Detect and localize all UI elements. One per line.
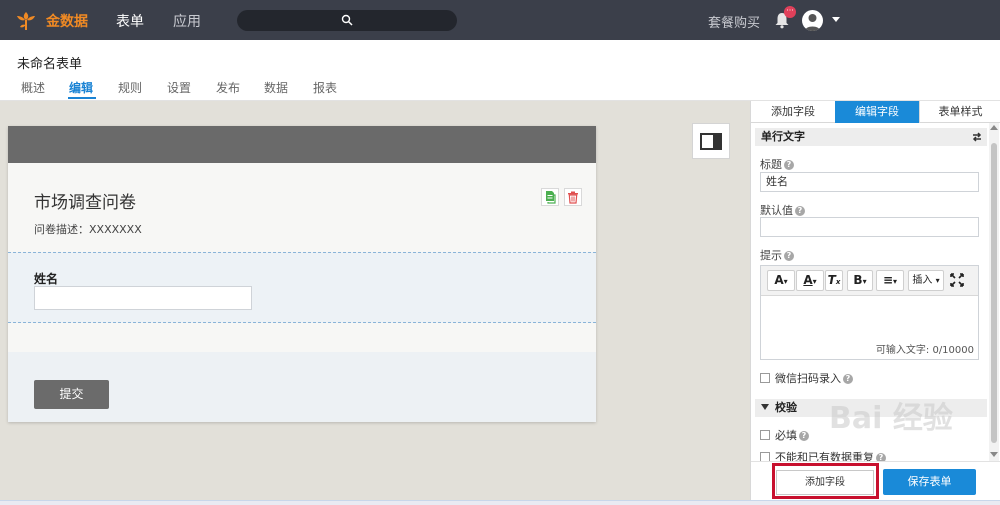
top-navigation-bar: 金数据 表单 应用 套餐购买 ···: [0, 0, 1000, 40]
trash-icon: [568, 191, 578, 204]
default-value-input[interactable]: [760, 217, 979, 237]
active-tab-indicator: [68, 97, 96, 99]
form-name[interactable]: 未命名表单: [17, 53, 82, 72]
submit-button[interactable]: 提交: [34, 380, 109, 409]
bottom-strip: [0, 500, 1000, 505]
chevron-down-icon: ▾: [893, 277, 898, 286]
tab-add-field[interactable]: 添加字段: [751, 101, 835, 123]
font-size-glyph: A: [774, 273, 784, 287]
form-banner[interactable]: [8, 126, 596, 163]
notification-badge: ···: [784, 6, 796, 18]
scroll-down-icon[interactable]: [990, 452, 998, 457]
avatar[interactable]: [802, 10, 823, 31]
tab-settings[interactable]: 设置: [167, 79, 191, 96]
clear-format-button[interactable]: Tx: [825, 270, 843, 291]
help-icon[interactable]: ?: [795, 206, 805, 216]
validation-title: 校验: [775, 401, 797, 414]
font-size-button[interactable]: A▾: [767, 270, 795, 291]
help-icon[interactable]: ?: [843, 374, 853, 384]
highlight-box: [772, 463, 879, 499]
required-checkbox[interactable]: [760, 430, 770, 440]
fullscreen-button[interactable]: [947, 270, 967, 291]
duplicate-field-button[interactable]: [541, 188, 559, 206]
wechat-scan-row[interactable]: 微信扫码录入?: [760, 370, 853, 386]
field-type-title: 单行文字: [761, 130, 805, 143]
window-icon: [700, 133, 722, 150]
hint-label-row: 提示?: [760, 247, 794, 263]
tab-data[interactable]: 数据: [264, 79, 288, 96]
tab-publish[interactable]: 发布: [216, 79, 240, 96]
name-field-input[interactable]: [34, 286, 252, 310]
chevron-down-icon: ▾: [862, 277, 867, 286]
package-purchase-link[interactable]: 套餐购买: [708, 12, 760, 31]
copy-icon: [546, 191, 556, 204]
wechat-scan-label: 微信扫码录入: [775, 372, 841, 385]
hint-rich-text-editor[interactable]: A▾ A▾ Tx B▾ ≡▾ 插入 ▾ 可输入文字: 0/10000: [760, 265, 979, 360]
default-label: 默认值: [760, 204, 793, 217]
chevron-down-icon[interactable]: [832, 17, 840, 22]
chevron-down-icon: ▾: [935, 276, 940, 285]
scroll-up-icon[interactable]: [990, 125, 998, 130]
preview-toggle-button[interactable]: [692, 123, 730, 159]
required-label: 必填: [775, 429, 797, 442]
help-icon[interactable]: ?: [799, 431, 809, 441]
tab-edit-field[interactable]: 编辑字段: [835, 101, 919, 123]
title-label: 标题: [760, 158, 782, 171]
field-type-header: 单行文字: [755, 128, 987, 146]
search-icon[interactable]: [341, 14, 353, 26]
required-row[interactable]: 必填?: [760, 427, 809, 443]
selected-field-block[interactable]: 姓名: [8, 252, 596, 323]
form-title[interactable]: 市场调查问卷: [34, 188, 136, 213]
bold-glyph: B: [853, 273, 863, 287]
delete-field-button[interactable]: [564, 188, 582, 206]
font-color-button[interactable]: A▾: [796, 270, 824, 291]
bold-button[interactable]: B▾: [847, 270, 873, 291]
tab-report[interactable]: 报表: [313, 79, 337, 96]
form-preview-card: 市场调查问卷 问卷描述：XXXXXXX 姓名 提交: [8, 126, 596, 422]
char-count: 可输入文字: 0/10000: [875, 345, 974, 356]
scroll-thumb[interactable]: [991, 143, 997, 443]
fullscreen-icon: [950, 273, 964, 287]
baidu-watermark: Bai 经验: [829, 401, 953, 436]
brand-name[interactable]: 金数据: [46, 11, 88, 31]
align-button[interactable]: ≡▾: [876, 270, 904, 291]
form-description[interactable]: 问卷描述：XXXXXXX: [34, 221, 142, 237]
panel-footer: 添加字段 保存表单: [751, 461, 1000, 500]
collapse-icon: [761, 404, 769, 410]
nav-forms[interactable]: 表单: [116, 11, 144, 31]
tab-rules[interactable]: 规则: [118, 79, 142, 96]
default-label-row: 默认值?: [760, 202, 805, 218]
nav-apps[interactable]: 应用: [173, 11, 201, 31]
wechat-scan-checkbox[interactable]: [760, 373, 770, 383]
align-icon: ≡: [882, 273, 894, 287]
insert-label: 插入: [912, 275, 933, 286]
tab-overview[interactable]: 概述: [21, 79, 45, 96]
tab-edit[interactable]: 编辑: [69, 79, 93, 96]
user-avatar-icon: [805, 14, 820, 31]
help-icon[interactable]: ?: [784, 160, 794, 170]
help-icon[interactable]: ?: [784, 251, 794, 261]
field-label: 姓名: [34, 272, 59, 286]
insert-button[interactable]: 插入 ▾: [908, 270, 944, 291]
chevron-down-icon: ▾: [783, 277, 788, 286]
font-color-glyph: A: [803, 273, 813, 287]
clear-format-glyph: T: [827, 273, 836, 287]
search-input[interactable]: [237, 10, 457, 31]
editor-toolbar: A▾ A▾ Tx B▾ ≡▾ 插入 ▾: [761, 266, 978, 296]
switch-type-icon[interactable]: [971, 131, 983, 143]
tab-form-style[interactable]: 表单样式: [919, 101, 1000, 123]
save-form-button[interactable]: 保存表单: [883, 469, 976, 495]
chevron-down-icon: ▾: [812, 277, 817, 286]
form-canvas: 市场调查问卷 问卷描述：XXXXXXX 姓名 提交: [0, 101, 750, 500]
hint-label: 提示: [760, 249, 782, 262]
title-label-row: 标题?: [760, 156, 794, 172]
field-settings-panel: 添加字段 编辑字段 表单样式 单行文字 标题? 姓名 默认值? 提示? A▾ A…: [750, 101, 1000, 500]
brand-logo-icon[interactable]: [14, 8, 38, 32]
title-input[interactable]: 姓名: [760, 172, 979, 192]
panel-scrollbar[interactable]: [989, 123, 999, 461]
clear-x-icon: x: [835, 278, 841, 286]
